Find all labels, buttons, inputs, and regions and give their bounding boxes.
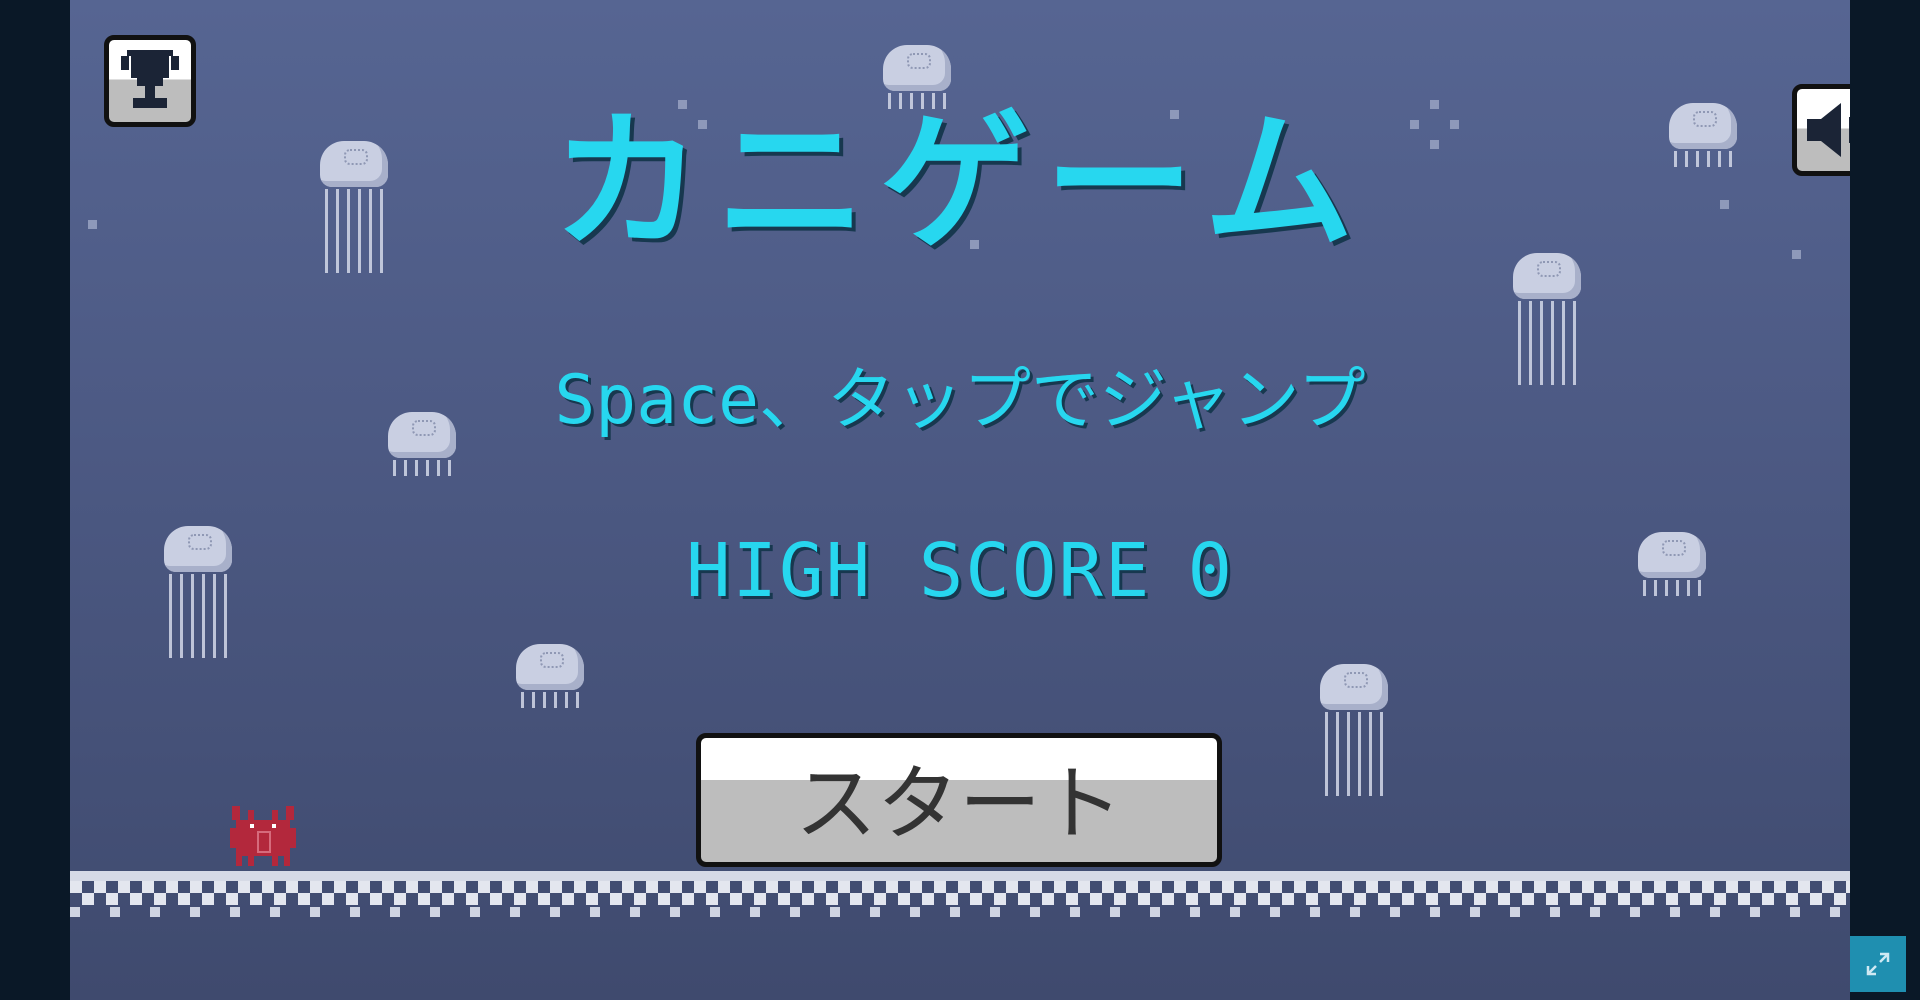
trophy-icon [121,50,179,108]
left-side-panel [0,0,70,1000]
seabed-ground [70,871,1850,881]
crab-player [230,806,296,866]
high-score-value: 0 [1187,528,1235,614]
game-title: カニゲーム [552,96,1368,270]
sound-toggle-button[interactable] [1792,84,1850,176]
jellyfish [516,644,586,708]
high-score: HIGH SCORE 0 [70,526,1850,616]
jellyfish [1320,664,1390,796]
expand-icon [1866,952,1890,976]
right-side-panel [1850,0,1920,1000]
leaderboard-button[interactable] [104,35,196,127]
start-button[interactable]: スタート [696,733,1222,867]
high-score-label: HIGH SCORE [685,528,1152,614]
jump-instruction: Space、タップでジャンプ [554,361,1366,440]
start-button-label: スタート [794,757,1123,852]
game-canvas[interactable]: カニゲーム Space、タップでジャンプ HIGH SCORE 0 スタート [70,0,1850,1000]
seabed-pattern [70,881,1850,931]
fullscreen-button[interactable] [1850,936,1906,992]
speaker-icon [1807,103,1850,157]
